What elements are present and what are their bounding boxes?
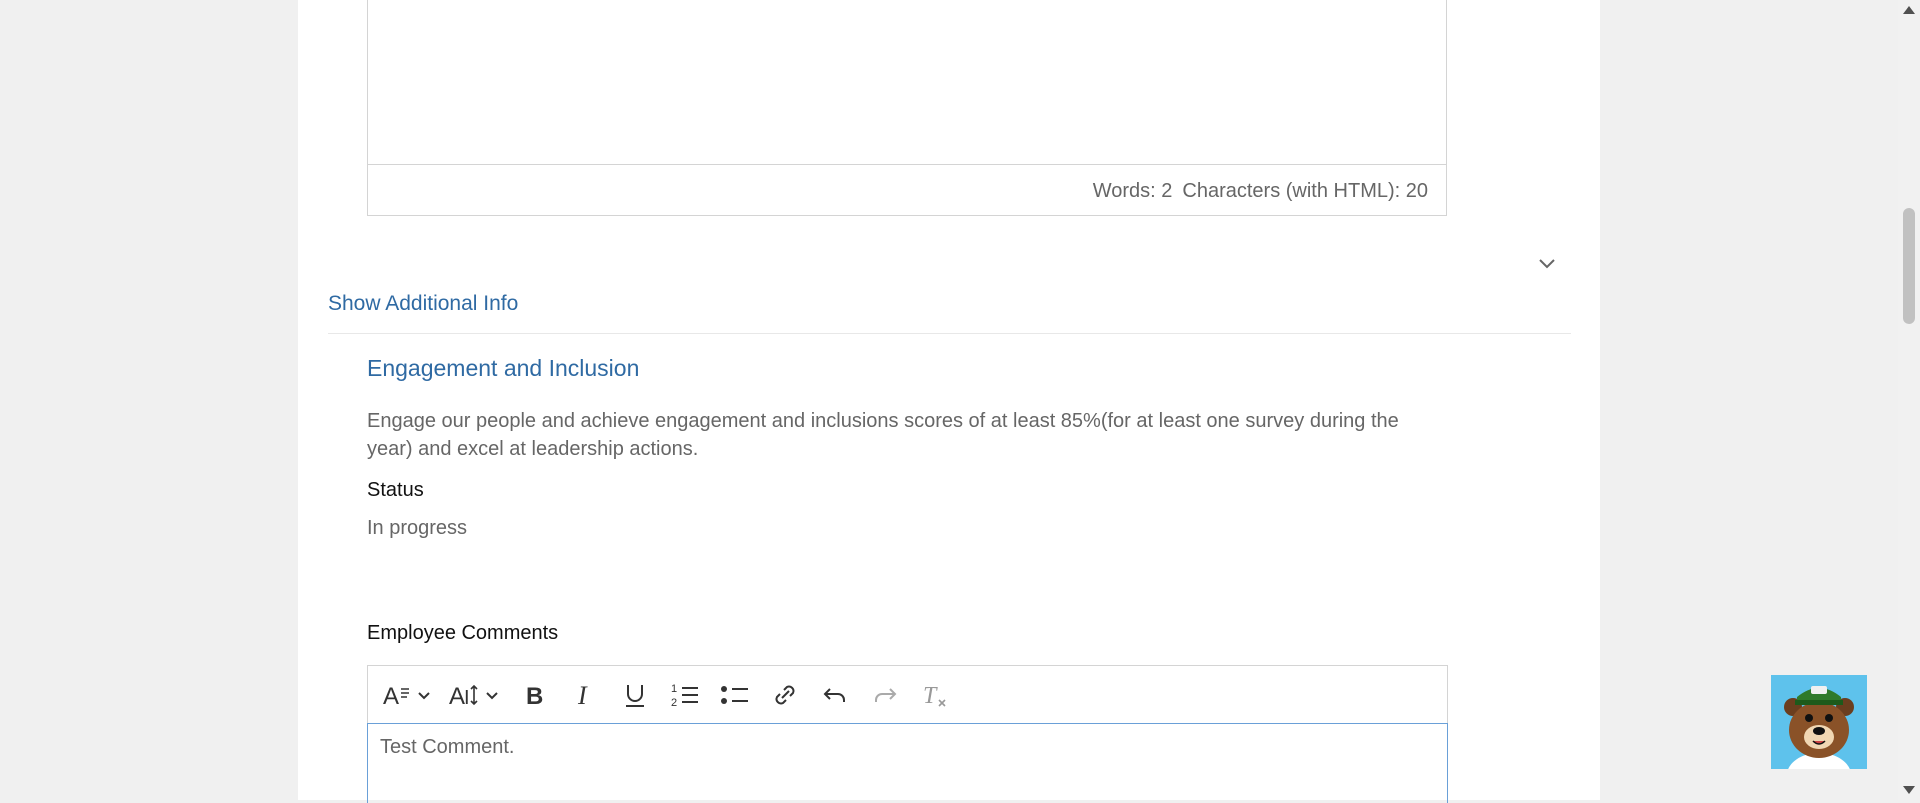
bullet-list-icon: [721, 685, 748, 704]
clear-format-icon: T: [923, 683, 946, 709]
link-icon: [775, 685, 795, 704]
bullet-list-button[interactable]: [714, 675, 756, 715]
goal-description: Engage our people and achieve engagement…: [367, 410, 1399, 460]
employee-comments-input[interactable]: Test Comment.: [367, 723, 1448, 803]
svg-text:T: T: [923, 683, 938, 709]
ordered-list-button[interactable]: 1 2: [664, 675, 706, 715]
scroll-down-icon[interactable]: [1903, 786, 1915, 794]
bold-icon: B: [526, 683, 543, 710]
underline-button[interactable]: [614, 675, 656, 715]
scroll-up-icon[interactable]: [1903, 6, 1915, 14]
italic-icon: I: [577, 681, 588, 710]
font-size-icon: A I: [449, 683, 498, 710]
goal-title: Engagement and Inclusion: [367, 355, 640, 381]
svg-text:I: I: [577, 681, 588, 710]
svg-text:A: A: [383, 683, 399, 710]
employee-comments-label: Employee Comments: [367, 622, 559, 644]
editor-status-bar: Words: 2 Characters (with HTML): 20: [368, 165, 1446, 217]
link-button[interactable]: [764, 675, 806, 715]
clear-format-button[interactable]: T: [914, 675, 956, 715]
svg-text:A: A: [449, 683, 465, 710]
svg-text:1: 1: [671, 683, 677, 695]
editor-content-area[interactable]: [368, 0, 1446, 165]
editor-toolbar: A A I B I 1 2 T: [368, 666, 1447, 724]
employee-comments-editor: A A I B I 1 2 T Test Comment.: [367, 665, 1448, 803]
bold-button[interactable]: B: [516, 675, 556, 715]
svg-text:I: I: [464, 687, 470, 709]
redo-icon: [875, 687, 897, 702]
underline-icon: [626, 684, 644, 707]
font-style-button[interactable]: A: [380, 675, 438, 715]
bear-mascot-icon: [1784, 686, 1854, 769]
svg-text:2: 2: [671, 697, 677, 709]
undo-button[interactable]: [814, 675, 856, 715]
word-count: Words: 2: [1092, 179, 1173, 202]
italic-button[interactable]: I: [564, 675, 606, 715]
scrollbar-thumb[interactable]: [1903, 208, 1915, 324]
main-content-panel: Words: 2 Characters (with HTML): 20 Show…: [298, 0, 1600, 803]
redo-button[interactable]: [864, 675, 906, 715]
chat-assistant-button[interactable]: [1771, 675, 1867, 769]
status-label: Status: [367, 479, 424, 501]
undo-icon: [823, 687, 845, 702]
show-additional-info-link[interactable]: Show Additional Info: [328, 292, 518, 316]
rich-text-editor-previous: Words: 2 Characters (with HTML): 20: [367, 0, 1447, 216]
font-size-button[interactable]: A I: [446, 675, 508, 715]
svg-text:B: B: [526, 683, 543, 710]
status-value: In progress: [367, 517, 468, 539]
chevron-down-icon[interactable]: [1536, 252, 1558, 274]
divider: [328, 333, 1571, 334]
character-count: Characters (with HTML): 20: [1182, 179, 1428, 202]
font-style-icon: A: [383, 683, 430, 710]
page-scrollbar[interactable]: [1898, 0, 1920, 800]
ordered-list-icon: 1 2: [671, 683, 698, 709]
